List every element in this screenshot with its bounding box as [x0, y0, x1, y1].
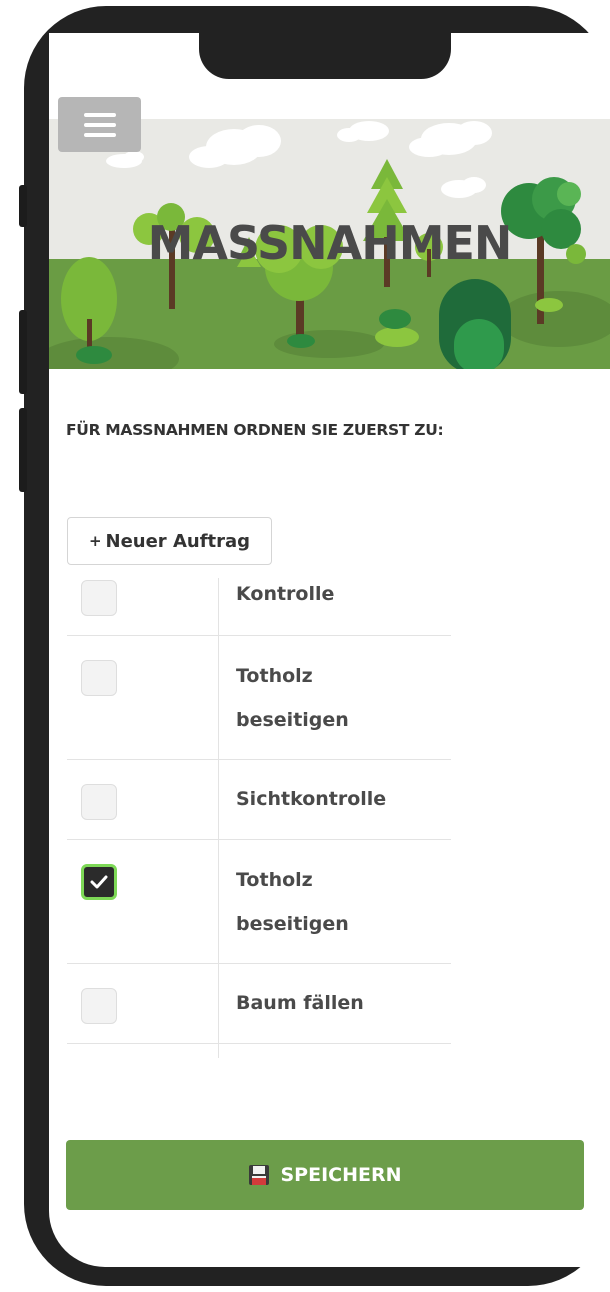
page-title: MASSNAHMEN — [147, 216, 513, 270]
measure-label: Totholz beseitigen — [236, 869, 349, 935]
app-screen: MASSNAHMEN FÜR MASSNAHMEN ORDNEN SIE ZUE… — [49, 33, 610, 1267]
measure-checkbox-checked[interactable] — [81, 864, 117, 900]
table-row[interactable]: Totholz beseitigen — [67, 636, 451, 760]
measure-label: Totholz beseitigen — [236, 665, 349, 731]
table-row[interactable]: Kontrolle — [67, 578, 451, 636]
checkmark-icon — [90, 875, 108, 889]
phone-side-button — [19, 185, 27, 227]
measure-checkbox[interactable] — [81, 660, 117, 696]
phone-volume-down-button — [19, 408, 27, 492]
table-row[interactable]: Baum fällen — [67, 964, 451, 1044]
plus-icon: + — [88, 532, 102, 550]
phone-notch — [199, 6, 451, 79]
hamburger-menu-button[interactable] — [58, 97, 141, 152]
hamburger-menu-icon — [83, 112, 116, 117]
new-order-button[interactable]: + Neuer Auftrag — [67, 517, 272, 565]
section-heading: FÜR MASSNAHMEN ORDNEN SIE ZUERST ZU: — [66, 421, 444, 439]
floppy-disk-icon — [249, 1165, 270, 1185]
hamburger-menu-icon-bar — [83, 122, 116, 127]
measure-label: Sichtkontrolle — [236, 788, 387, 810]
save-button-label: SPEICHERN — [280, 1164, 402, 1186]
table-row[interactable]: Sichtkontrolle — [67, 760, 451, 840]
new-order-button-label: Neuer Auftrag — [105, 530, 251, 552]
measure-label: Kontrolle — [236, 583, 335, 605]
save-button[interactable]: SPEICHERN — [66, 1140, 584, 1210]
measure-checkbox[interactable] — [81, 988, 117, 1024]
phone-volume-up-button — [19, 310, 27, 394]
measure-checkbox[interactable] — [81, 580, 117, 616]
measure-label: Baum fällen — [236, 992, 364, 1014]
measures-table: Kontrolle Totholz beseitigen Sichtkontro… — [67, 578, 451, 1058]
table-row[interactable]: Totholz beseitigen — [67, 840, 451, 964]
hamburger-menu-icon-bar — [83, 132, 116, 137]
measure-checkbox[interactable] — [81, 784, 117, 820]
